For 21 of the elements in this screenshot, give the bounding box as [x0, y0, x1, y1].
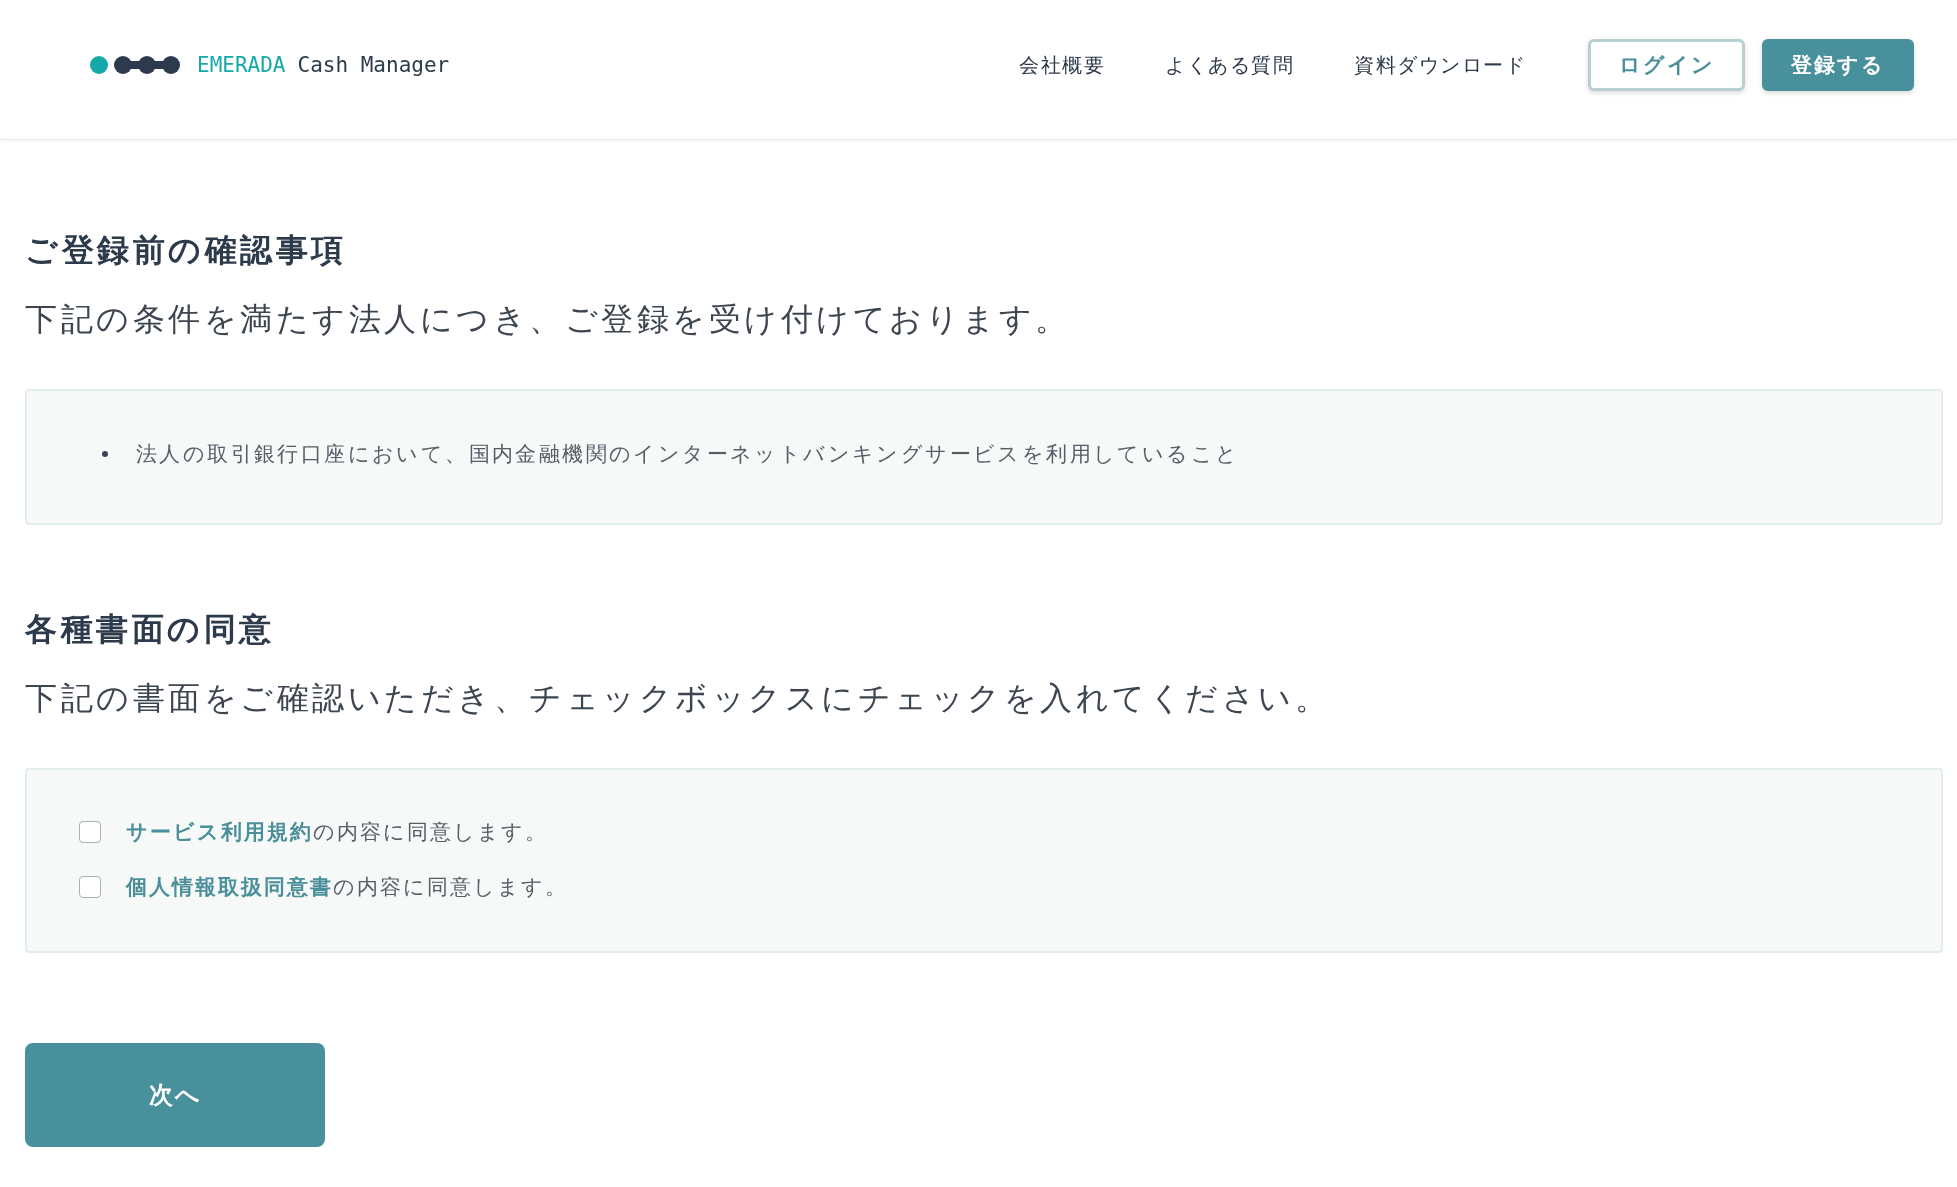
document-link[interactable]: 個人情報取扱同意書	[126, 875, 333, 899]
checkbox[interactable]	[79, 821, 101, 843]
section-lead: 下記の条件を満たす法人につき、ご登録を受け付けております。	[25, 299, 1072, 340]
section-heading: ご登録前の確認事項	[25, 230, 348, 271]
product-name: Cash Manager	[297, 51, 450, 79]
bullet-icon	[102, 451, 108, 457]
nav-link[interactable]: 会社概要	[1019, 50, 1105, 79]
logo-icon	[90, 55, 180, 74]
document-link[interactable]: サービス利用規約	[126, 820, 313, 844]
agreement-text: 個人情報取扱同意書の内容に同意します。	[126, 874, 568, 901]
nav-link[interactable]: 資料ダウンロード	[1354, 50, 1526, 79]
next-button[interactable]: 次へ	[25, 1043, 325, 1147]
register-button[interactable]: 登録する	[1762, 38, 1914, 91]
nav-link[interactable]: よくある質問	[1165, 50, 1294, 79]
checkbox[interactable]	[79, 876, 101, 898]
login-button[interactable]: ログイン	[1588, 38, 1745, 91]
agreement-text: サービス利用規約の内容に同意します。	[126, 819, 548, 846]
section-lead: 下記の書面をご確認いただき、チェックボックスにチェックを入れてください。	[25, 678, 1331, 719]
brand-name: EMERADA	[197, 51, 286, 79]
condition-text: 法人の取引銀行口座において、国内金融機関のインターネットバンキングサービスを利用していること	[136, 441, 1240, 468]
section-heading: 各種書面の同意	[25, 609, 276, 650]
